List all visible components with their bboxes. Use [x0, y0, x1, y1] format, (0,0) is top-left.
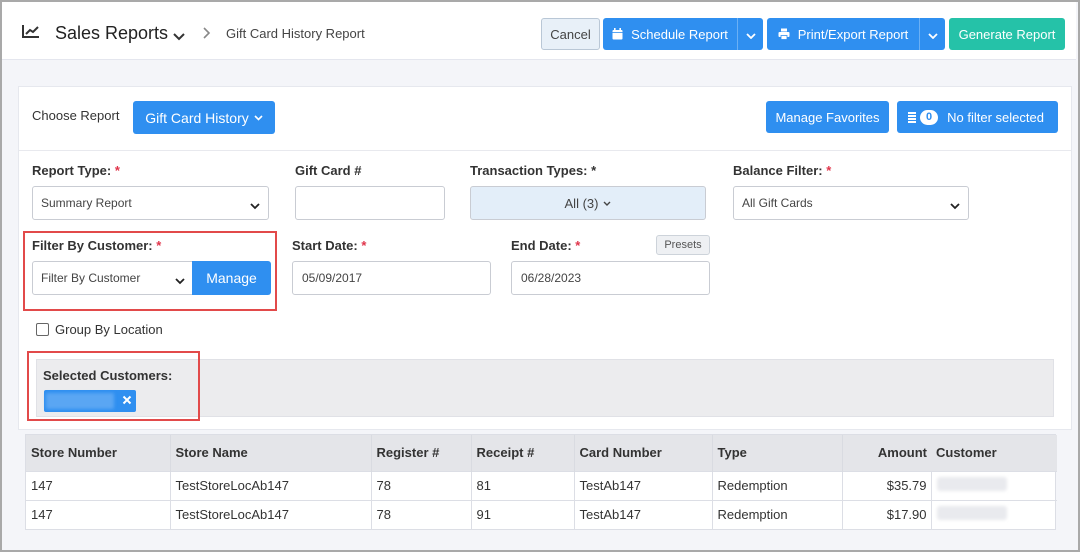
- cell-store-number: 147: [26, 470, 171, 500]
- breadcrumb: Gift Card History Report: [226, 26, 365, 41]
- column-header[interactable]: Amount: [842, 435, 931, 471]
- results-table: Store Number Store Name Register # Recei…: [25, 434, 1057, 530]
- generate-report-button[interactable]: Generate Report: [949, 18, 1065, 50]
- app-title: Sales Reports: [55, 23, 169, 43]
- filter-count-badge: 0: [920, 109, 939, 125]
- schedule-report-dropdown[interactable]: [737, 18, 763, 50]
- column-header[interactable]: Store Number: [26, 435, 171, 471]
- cell-receipt: 91: [471, 499, 575, 529]
- redacted-customer: [936, 506, 1007, 521]
- cancel-button[interactable]: Cancel: [541, 18, 600, 50]
- chevron-down-icon: [927, 27, 938, 42]
- table-row: 147 TestStoreLocAb147 78 91 TestAb147 Re…: [26, 499, 1057, 529]
- transaction-types-value: All (3): [564, 195, 599, 211]
- highlight-box: [23, 231, 277, 311]
- top-bar: Sales Reports Gift Card History Report C…: [2, 2, 1076, 60]
- report-selector-button[interactable]: Gift Card History: [133, 101, 275, 134]
- cell-type: Redemption: [712, 499, 843, 529]
- choose-report-label: Choose Report: [32, 108, 120, 123]
- column-header[interactable]: Type: [712, 435, 843, 471]
- print-export-button[interactable]: Print/Export Report: [767, 18, 919, 50]
- column-header[interactable]: Customer: [931, 435, 1057, 471]
- chevron-down-icon: [745, 27, 756, 42]
- print-export-label: Print/Export Report: [797, 26, 909, 42]
- cell-register: 78: [371, 499, 472, 529]
- balance-filter-value: All Gift Cards: [742, 196, 813, 210]
- group-by-location-label: Group By Location: [55, 322, 163, 337]
- column-header[interactable]: Card Number: [574, 435, 713, 471]
- table-row: 147 TestStoreLocAb147 78 81 TestAb147 Re…: [26, 470, 1057, 500]
- chevron-down-icon: [250, 199, 260, 213]
- calendar-icon: [612, 28, 623, 40]
- report-type-value: Summary Report: [41, 196, 132, 210]
- balance-filter-select[interactable]: All Gift Cards: [733, 186, 969, 220]
- table-header-row: Store Number Store Name Register # Recei…: [26, 435, 1057, 471]
- line-chart-icon: [22, 24, 40, 41]
- chevron-down-icon: [950, 199, 960, 213]
- start-date-label: Start Date: *: [292, 238, 367, 253]
- cell-customer: [931, 499, 1057, 529]
- filter-status-label: No filter selected: [947, 109, 1044, 125]
- end-date-label: End Date: *: [511, 238, 581, 253]
- printer-icon: [778, 28, 790, 40]
- cell-register: 78: [371, 470, 472, 500]
- transaction-types-label: Transaction Types: *: [470, 163, 597, 178]
- cell-store-name: TestStoreLocAb147: [170, 499, 372, 529]
- gift-card-label: Gift Card #: [295, 163, 362, 178]
- cell-customer: [931, 470, 1057, 500]
- report-type-select[interactable]: Summary Report: [32, 186, 269, 220]
- chevron-right-icon: [203, 27, 211, 42]
- cell-store-name: TestStoreLocAb147: [170, 470, 372, 500]
- print-export-dropdown[interactable]: [919, 18, 945, 50]
- divider: [19, 150, 1071, 151]
- column-header[interactable]: Receipt #: [471, 435, 575, 471]
- cell-store-number: 147: [26, 499, 171, 529]
- cell-amount: $17.90: [842, 499, 932, 529]
- column-header[interactable]: Register #: [371, 435, 472, 471]
- start-date-input[interactable]: 05/09/2017: [292, 261, 491, 295]
- gift-card-input[interactable]: [295, 186, 445, 220]
- end-date-input[interactable]: 06/28/2023: [511, 261, 710, 295]
- cell-type: Redemption: [712, 470, 843, 500]
- schedule-report-button[interactable]: Schedule Report: [603, 18, 737, 50]
- chevron-down-icon: [254, 114, 263, 121]
- presets-button[interactable]: Presets: [656, 235, 710, 255]
- highlight-box: [27, 351, 200, 421]
- report-type-label: Report Type: *: [32, 163, 120, 178]
- chevron-down-icon: [603, 201, 611, 206]
- redacted-customer: [936, 477, 1007, 491]
- cell-card-number: TestAb147: [574, 470, 713, 500]
- column-header[interactable]: Store Name: [170, 435, 372, 471]
- filter-list-icon: [908, 111, 916, 123]
- manage-favorites-button[interactable]: Manage Favorites: [766, 101, 889, 133]
- report-panel: Choose Report Gift Card History Manage F…: [18, 86, 1072, 430]
- cell-receipt: 81: [471, 470, 575, 500]
- filter-status-button[interactable]: 0 No filter selected: [897, 101, 1058, 133]
- schedule-report-label: Schedule Report: [631, 26, 728, 42]
- transaction-types-select[interactable]: All (3): [470, 186, 706, 220]
- cell-card-number: TestAb147: [574, 499, 713, 529]
- report-selector-label: Gift Card History: [145, 109, 249, 126]
- cell-amount: $35.79: [842, 470, 932, 500]
- balance-filter-label: Balance Filter: *: [733, 163, 832, 178]
- chevron-down-icon[interactable]: [173, 29, 185, 44]
- group-by-location-checkbox[interactable]: [36, 323, 49, 336]
